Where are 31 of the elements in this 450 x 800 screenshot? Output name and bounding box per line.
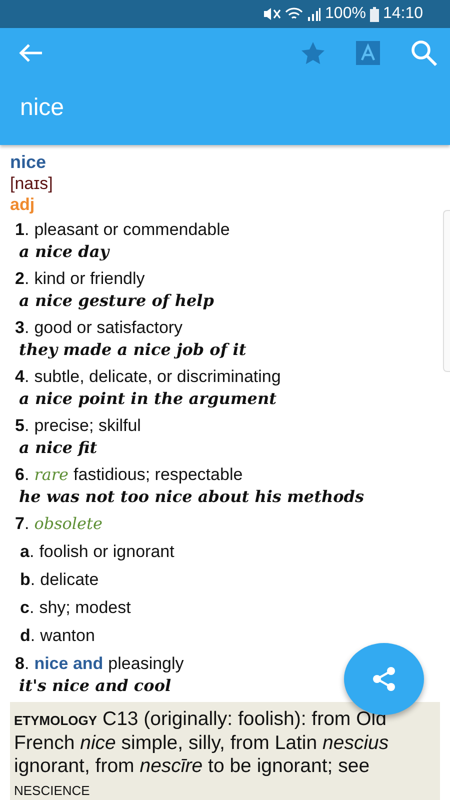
definition: 7. obsolete	[15, 513, 104, 535]
sub-definition: a. foolish or ignorant	[19, 541, 174, 563]
example-sentence: he was not too nice about his methods	[18, 486, 364, 507]
battery-icon	[370, 6, 379, 22]
sub-definition: d. wanton	[19, 625, 95, 647]
mute-icon	[263, 7, 282, 21]
app-bar-title: nice	[19, 93, 66, 122]
part-of-speech: adj	[10, 194, 36, 215]
pronunciation: [naɪs]	[10, 173, 54, 194]
sub-definition: c. shy; modest	[19, 597, 131, 619]
headword: nice	[10, 151, 48, 173]
definition: 1. pleasant or commendable	[15, 219, 230, 241]
scrollbar[interactable]	[443, 210, 450, 372]
clock: 14:10	[382, 5, 423, 23]
definition: 4. subtle, delicate, or discriminating	[15, 366, 281, 388]
share-icon	[370, 665, 398, 693]
wifi-icon	[285, 7, 304, 21]
example-sentence: they made a nice job of it	[18, 339, 246, 360]
definition: 8. nice and pleasingly	[15, 653, 184, 675]
definition: 5. precise; skilful	[15, 415, 141, 437]
example-sentence: a nice day	[18, 241, 109, 262]
definition: 2. kind or friendly	[15, 268, 145, 290]
example-sentence: a nice gesture of help	[18, 290, 214, 311]
example-sentence: a nice point in the argument	[18, 388, 276, 409]
example-sentence: a nice fit	[18, 437, 98, 458]
definition: 6. rare fastidious; respectable	[15, 464, 243, 486]
example-sentence: it's nice and cool	[18, 675, 172, 696]
signal-icon	[307, 7, 322, 21]
sub-definition: b. delicate	[19, 569, 99, 591]
definition: 3. good or satisfactory	[15, 317, 183, 339]
battery-percent: 100%	[325, 5, 366, 23]
